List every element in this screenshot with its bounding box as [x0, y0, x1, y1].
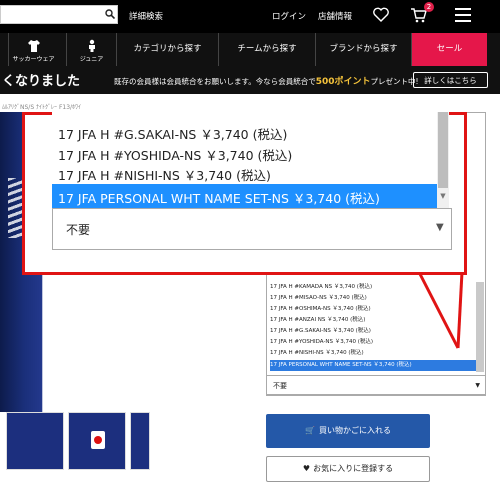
banner-message-prefix: 既存の会員様は会員統合をお願いします。今なら会員統合で	[114, 77, 316, 86]
banner-headline: くなりました	[2, 74, 81, 89]
name-set-option-selected[interactable]: 17 JFA PERSONAL WHT NAME SET-NS ￥3,740 (…	[270, 360, 476, 371]
breadcrumb: ﾑﾙｱﾘｸﾞNS/S ﾅｲﾄｸﾞﾚｰ F13/ﾎﾜｲ	[2, 104, 82, 111]
nav-soccer-wear-label: サッカーウェア	[12, 56, 55, 63]
name-set-select-value: 不要	[273, 382, 287, 390]
banner-points: 500ポイント	[315, 77, 371, 87]
nav-category[interactable]: カテゴリから探す	[116, 33, 218, 66]
banner-details-button[interactable]: 詳しくはこちら	[413, 72, 488, 88]
nav-brand[interactable]: ブランドから探す	[315, 33, 412, 66]
banner-message-suffix: プレゼント中!	[370, 77, 419, 86]
shirt-icon	[27, 40, 40, 52]
callout-option-selected[interactable]: 17 JFA PERSONAL WHT NAME SET-NS ￥3,740 (…	[58, 188, 380, 207]
advanced-search-link[interactable]: 詳細検索	[129, 10, 163, 22]
add-to-favorites-button[interactable]: ♥ お気に入りに登録する	[266, 456, 430, 482]
callout-pointer	[418, 272, 464, 349]
favorites-heart-icon[interactable]	[372, 6, 390, 24]
product-thumbnail[interactable]	[68, 412, 126, 470]
callout-select-value: 不要	[66, 223, 91, 237]
callout-option[interactable]: 17 JFA H #YOSHIDA-NS ￥3,740 (税込)	[58, 145, 292, 164]
jersey-stripes	[8, 178, 22, 238]
product-thumbnail[interactable]	[130, 412, 150, 470]
scroll-down-arrow-icon[interactable]: ▼	[438, 192, 448, 202]
menu-hamburger-icon[interactable]	[455, 8, 471, 22]
store-info-link[interactable]: 店舗情報	[318, 10, 352, 22]
callout-option[interactable]: 17 JFA H #NISHI-NS ￥3,740 (税込)	[58, 165, 271, 184]
nav-junior[interactable]: ジュニア	[66, 33, 116, 66]
callout-option[interactable]: 17 JFA H #G.SAKAI-NS ￥3,740 (税込)	[58, 124, 287, 143]
nav-team[interactable]: チームから探す	[218, 33, 315, 66]
banner-message: 既存の会員様は会員統合をお願いします。今なら会員統合で500ポイントプレゼント中…	[114, 74, 419, 87]
search-icon[interactable]	[102, 5, 118, 24]
add-to-cart-label: 買い物かごに入れる	[318, 426, 391, 435]
child-icon	[88, 39, 95, 52]
add-to-cart-button[interactable]: 🛒 買い物かごに入れる	[266, 414, 430, 448]
callout-scrollbar-thumb[interactable]	[438, 112, 448, 188]
login-link[interactable]: ログイン	[272, 10, 306, 22]
callout-select[interactable]	[52, 208, 452, 250]
search-input[interactable]	[0, 5, 118, 24]
name-set-select[interactable]: 不要 ▼	[266, 375, 486, 395]
product-thumbnail[interactable]	[6, 412, 64, 470]
nav-soccer-wear[interactable]: サッカーウェア	[8, 33, 58, 66]
cart-count-badge: 2	[424, 2, 434, 12]
nav-sale[interactable]: セール	[412, 33, 487, 66]
chevron-down-icon: ▼	[475, 382, 480, 389]
chevron-down-icon: ▼	[436, 222, 444, 233]
nav-junior-label: ジュニア	[79, 56, 104, 63]
add-to-favorites-label: お気に入りに登録する	[313, 464, 394, 473]
heart-icon: ♥	[302, 464, 311, 473]
cart-icon: 🛒	[305, 426, 315, 435]
